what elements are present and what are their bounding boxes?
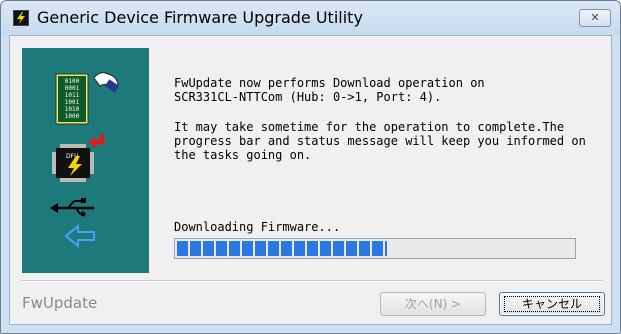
window-title: Generic Device Firmware Upgrade Utility (37, 8, 363, 27)
back-arrow-icon (64, 223, 95, 249)
hand-icon (93, 72, 120, 93)
dialog-client-area: 0100 0001 1011 1001 1010 1000 DFU FwUpda… (9, 35, 612, 325)
binary-row: 1000 (65, 113, 80, 120)
binary-row: 1011 (65, 92, 80, 99)
firmware-upgrade-window: Generic Device Firmware Upgrade Utility … (0, 0, 621, 334)
message-line: It may take sometime for the operation t… (174, 120, 565, 134)
cancel-button-label: キャンセル (521, 297, 582, 311)
cancel-button[interactable]: キャンセル (499, 292, 605, 316)
usb-icon (50, 198, 94, 217)
binary-row: 0001 (65, 85, 80, 92)
binary-data-icon: 0100 0001 1011 1001 1010 1000 (55, 73, 89, 125)
message-line: the tasks going on. (174, 148, 312, 162)
footer-divider (22, 280, 602, 282)
footer-label: FwUpdate (22, 294, 98, 312)
lightning-icon (13, 10, 29, 26)
binary-row: 0100 (65, 78, 80, 85)
message-line: FwUpdate now performs Download operation… (174, 76, 485, 90)
arrow-icon (88, 134, 105, 148)
message-line: SCR331CL-NTTCom (Hub: 0->1, Port: 4). (174, 90, 442, 104)
title-bar[interactable]: Generic Device Firmware Upgrade Utility … (1, 1, 620, 35)
binary-row: 1010 (65, 106, 80, 113)
progress-bar-fill (177, 241, 387, 256)
progress-bar (174, 238, 576, 259)
wizard-side-panel: 0100 0001 1011 1001 1010 1000 DFU (22, 48, 149, 273)
close-icon: ✕ (590, 11, 600, 24)
binary-row: 1001 (65, 99, 80, 106)
progress-status-label: Downloading Firmware... (174, 220, 341, 234)
chip-icon: DFU (52, 144, 94, 182)
next-button[interactable]: 次へ(N) > (380, 292, 486, 316)
message-line: progress bar and status message will kee… (174, 134, 586, 148)
close-button[interactable]: ✕ (579, 9, 611, 27)
